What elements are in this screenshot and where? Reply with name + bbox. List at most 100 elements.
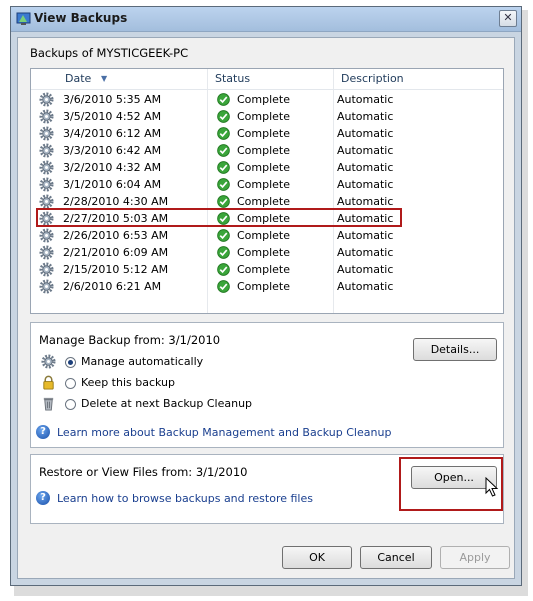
cancel-button[interactable]: Cancel: [360, 546, 432, 569]
option-keep-this-backup-label[interactable]: Keep this backup: [81, 376, 175, 389]
option-delete-at-next-cleanup-label[interactable]: Delete at next Backup Cleanup: [81, 397, 252, 410]
ok-button[interactable]: OK: [282, 546, 352, 569]
sort-descending-icon: ▼: [101, 74, 108, 83]
backup-row[interactable]: 3/2/2010 4:32 AM Complete Automatic: [31, 159, 503, 176]
complete-check-icon: [217, 93, 230, 106]
window-title: View Backups: [34, 11, 128, 25]
backups-list[interactable]: Date ▼ Status Description 3/6/2010 5:35 …: [30, 68, 504, 314]
lock-icon: [43, 375, 54, 390]
backup-gear-icon: [39, 126, 54, 141]
backup-date: 3/3/2010 6:42 AM: [63, 144, 162, 157]
manage-backup-title: Manage Backup from: 3/1/2010: [39, 333, 221, 347]
learn-browse-backups-link[interactable]: Learn how to browse backups and restore …: [57, 492, 313, 505]
backup-status: Complete: [237, 195, 291, 208]
complete-check-icon: [217, 178, 230, 191]
backup-description: Automatic: [337, 127, 394, 140]
backup-description: Automatic: [337, 161, 394, 174]
backup-description: Automatic: [337, 280, 394, 293]
backup-row[interactable]: 2/26/2010 6:53 AM Complete Automatic: [31, 227, 503, 244]
restore-files-title: Restore or View Files from: 3/1/2010: [39, 465, 248, 479]
column-header-date-label: Date: [65, 72, 92, 85]
header-divider: [31, 89, 503, 90]
backup-description: Automatic: [337, 93, 394, 106]
backup-gear-icon: [39, 177, 54, 192]
help-icon[interactable]: ?: [36, 425, 50, 439]
backup-status: Complete: [237, 93, 291, 106]
backup-row[interactable]: 3/6/2010 5:35 AM Complete Automatic: [31, 91, 503, 108]
radio-delete-at-next-cleanup[interactable]: [65, 399, 76, 410]
backup-date: 2/6/2010 6:21 AM: [63, 280, 162, 293]
trash-icon: [43, 397, 54, 411]
backup-row[interactable]: 2/15/2010 5:12 AM Complete Automatic: [31, 261, 503, 278]
backup-status: Complete: [237, 178, 291, 191]
backup-description: Automatic: [337, 110, 394, 123]
backup-date: 2/21/2010 6:09 AM: [63, 246, 169, 259]
help-icon[interactable]: ?: [36, 491, 50, 505]
selected-row-highlight: [36, 208, 402, 227]
complete-check-icon: [217, 144, 230, 157]
close-button[interactable]: ✕: [499, 10, 517, 27]
complete-check-icon: [217, 263, 230, 276]
column-header-description-label: Description: [341, 72, 404, 85]
learn-more-backup-management-link[interactable]: Learn more about Backup Management and B…: [57, 426, 391, 439]
column-header-date[interactable]: Date ▼: [31, 69, 167, 90]
backup-status: Complete: [237, 280, 291, 293]
complete-check-icon: [217, 127, 230, 140]
backup-row[interactable]: 3/5/2010 4:52 AM Complete Automatic: [31, 108, 503, 125]
backup-app-icon: [16, 12, 31, 25]
complete-check-icon: [217, 246, 230, 259]
column-header-description[interactable]: Description: [341, 69, 501, 90]
backup-gear-icon: [39, 160, 54, 175]
manage-backup-group: Manage Backup from: 3/1/2010 Details... …: [30, 322, 504, 448]
backup-status: Complete: [237, 263, 291, 276]
backup-status: Complete: [237, 246, 291, 259]
backup-status: Complete: [237, 110, 291, 123]
complete-check-icon: [217, 195, 230, 208]
backup-description: Automatic: [337, 229, 394, 242]
backup-date: 3/1/2010 6:04 AM: [63, 178, 162, 191]
column-header-status-label: Status: [215, 72, 251, 85]
backup-gear-icon: [39, 194, 54, 209]
backup-description: Automatic: [337, 263, 394, 276]
backup-gear-icon: [39, 92, 54, 107]
backup-gear-icon: [39, 245, 54, 260]
mouse-pointer-icon: [485, 477, 499, 497]
backup-description: Automatic: [337, 178, 394, 191]
backup-status: Complete: [237, 229, 291, 242]
backup-gear-icon: [39, 109, 54, 124]
backup-row[interactable]: 3/3/2010 6:42 AM Complete Automatic: [31, 142, 503, 159]
column-header-status[interactable]: Status: [215, 69, 335, 90]
backup-date: 2/15/2010 5:12 AM: [63, 263, 169, 276]
backup-row[interactable]: 3/1/2010 6:04 AM Complete Automatic: [31, 176, 503, 193]
backup-date: 2/26/2010 6:53 AM: [63, 229, 169, 242]
backup-date: 2/28/2010 4:30 AM: [63, 195, 169, 208]
backup-status: Complete: [237, 127, 291, 140]
radio-keep-this-backup[interactable]: [65, 378, 76, 389]
backup-date: 3/4/2010 6:12 AM: [63, 127, 162, 140]
backup-gear-icon: [39, 143, 54, 158]
backup-date: 3/6/2010 5:35 AM: [63, 93, 162, 106]
backup-row[interactable]: 2/21/2010 6:09 AM Complete Automatic: [31, 244, 503, 261]
gear-icon: [41, 354, 56, 369]
backups-heading: Backups of MYSTICGEEK-PC: [30, 46, 189, 60]
backup-description: Automatic: [337, 246, 394, 259]
complete-check-icon: [217, 229, 230, 242]
backup-gear-icon: [39, 262, 54, 277]
backup-status: Complete: [237, 144, 291, 157]
backup-gear-icon: [39, 279, 54, 294]
backup-row[interactable]: 3/4/2010 6:12 AM Complete Automatic: [31, 125, 503, 142]
radio-manage-automatically[interactable]: [65, 357, 76, 368]
backup-gear-icon: [39, 228, 54, 243]
backup-description: Automatic: [337, 144, 394, 157]
dialog-client-area: Backups of MYSTICGEEK-PC Date ▼ Status D…: [17, 37, 515, 579]
complete-check-icon: [217, 280, 230, 293]
apply-button[interactable]: Apply: [440, 546, 510, 569]
title-bar: View Backups ✕: [11, 7, 521, 32]
backup-description: Automatic: [337, 195, 394, 208]
complete-check-icon: [217, 110, 230, 123]
backup-row[interactable]: 2/6/2010 6:21 AM Complete Automatic: [31, 278, 503, 295]
option-manage-automatically-label[interactable]: Manage automatically: [81, 355, 203, 368]
backup-date: 3/5/2010 4:52 AM: [63, 110, 162, 123]
details-button[interactable]: Details...: [413, 338, 497, 361]
complete-check-icon: [217, 161, 230, 174]
